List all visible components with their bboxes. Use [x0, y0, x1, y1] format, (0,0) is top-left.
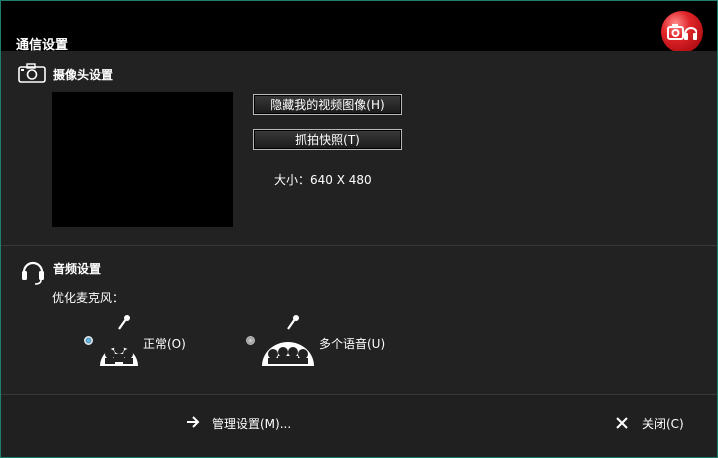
snapshot-button[interactable]: 抓拍快照(T): [253, 129, 402, 150]
camera-icon: [18, 63, 46, 87]
hide-video-button[interactable]: 隐藏我的视频图像(H): [253, 94, 402, 115]
close-button[interactable]: 关闭(C): [642, 415, 684, 432]
camera-section-title: 摄像头设置: [53, 68, 114, 82]
audio-section-title: 音频设置: [53, 262, 102, 276]
multi-voice-option-label[interactable]: 多个语音(U): [319, 335, 385, 352]
multi-voice-radio[interactable]: [246, 336, 255, 345]
app-logo-icon: [661, 11, 703, 53]
multi-voice-mic-icon: [260, 314, 316, 374]
arrow-right-icon[interactable]: [186, 413, 200, 432]
normal-option-label[interactable]: 正常(O): [143, 335, 186, 352]
title-bar: 通信设置: [1, 1, 717, 53]
close-icon[interactable]: [616, 414, 628, 433]
comm-settings-dialog: 通信设置 摄像头设置 隐藏我的视频图像(H) 抓拍快照(T) 大小：640 X …: [0, 0, 718, 458]
normal-radio[interactable]: [84, 336, 93, 345]
footer: [1, 395, 717, 457]
optimize-mic-label: 优化麦克风：: [52, 291, 125, 305]
single-voice-mic-icon: [98, 314, 140, 374]
manage-settings-link[interactable]: 管理设置(M)...: [212, 415, 291, 432]
video-size-label: 大小：640 X 480: [274, 173, 372, 187]
headset-icon: [21, 257, 45, 289]
video-preview: [52, 92, 233, 227]
